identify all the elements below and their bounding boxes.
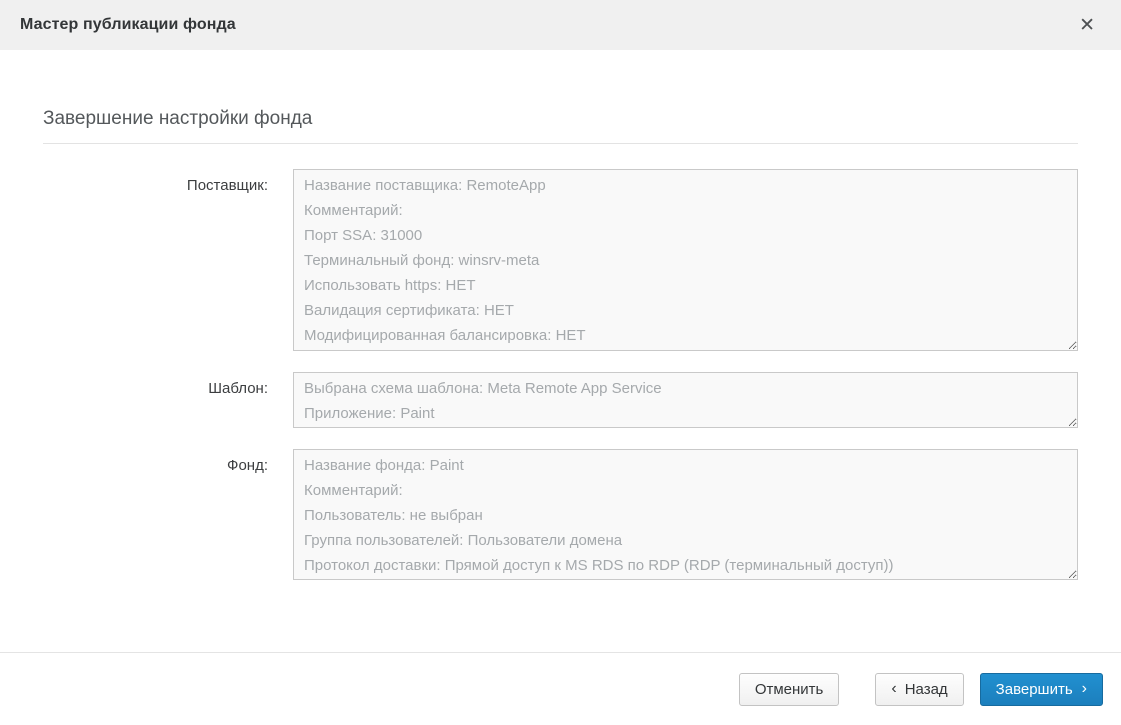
fund-publication-wizard-dialog: Мастер публикации фонда ✕ Завершение нас… bbox=[0, 0, 1121, 725]
back-button[interactable]: ‹ Назад bbox=[875, 673, 963, 706]
dialog-title: Мастер публикации фонда bbox=[20, 16, 236, 34]
template-label: Шаблон: bbox=[43, 372, 293, 397]
back-button-label: Назад bbox=[905, 681, 948, 698]
dialog-header: Мастер публикации фонда ✕ bbox=[0, 0, 1121, 50]
fund-summary-textarea[interactable]: Название фонда: Paint Комментарий: Польз… bbox=[293, 449, 1078, 580]
form-row-template: Шаблон: Выбрана схема шаблона: Meta Remo… bbox=[43, 372, 1078, 428]
provider-label: Поставщик: bbox=[43, 169, 293, 194]
close-icon[interactable]: ✕ bbox=[1073, 12, 1101, 39]
section-divider bbox=[43, 143, 1078, 144]
chevron-left-icon: ‹ bbox=[891, 681, 896, 697]
cancel-button-label: Отменить bbox=[755, 681, 824, 698]
chevron-right-icon: › bbox=[1082, 681, 1087, 697]
dialog-body: Завершение настройки фонда Поставщик: На… bbox=[0, 50, 1121, 580]
template-summary-textarea[interactable]: Выбрана схема шаблона: Meta Remote App S… bbox=[293, 372, 1078, 428]
section-title: Завершение настройки фонда bbox=[43, 108, 1078, 130]
fund-label: Фонд: bbox=[43, 449, 293, 474]
provider-summary-textarea[interactable]: Название поставщика: RemoteApp Комментар… bbox=[293, 169, 1078, 351]
dialog-footer: Отменить ‹ Назад Завершить › bbox=[0, 652, 1121, 725]
finish-button-label: Завершить bbox=[996, 681, 1073, 698]
form-row-fund: Фонд: Название фонда: Paint Комментарий:… bbox=[43, 449, 1078, 580]
finish-button[interactable]: Завершить › bbox=[980, 673, 1103, 706]
cancel-button[interactable]: Отменить bbox=[739, 673, 840, 706]
form-row-provider: Поставщик: Название поставщика: RemoteAp… bbox=[43, 169, 1078, 351]
